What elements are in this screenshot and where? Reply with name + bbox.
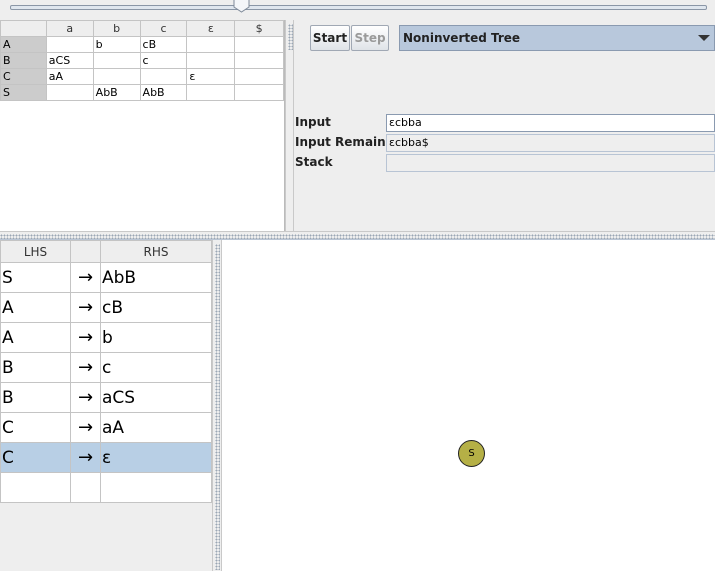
input-label: Input [295, 115, 331, 129]
production-rhs[interactable] [100, 472, 212, 503]
parse-table-header: a b c ε $ [0, 20, 284, 37]
production-lhs[interactable]: B [0, 382, 71, 413]
slider-track[interactable] [10, 5, 707, 10]
divider-grip[interactable] [0, 234, 715, 239]
parse-cell[interactable] [186, 84, 236, 101]
parse-table-row: A b cB [0, 36, 284, 53]
parse-col-header [0, 20, 47, 37]
parse-cell[interactable]: c [139, 52, 188, 69]
divider-grip[interactable] [288, 24, 293, 50]
production-lhs[interactable]: S [0, 262, 71, 293]
parse-cell[interactable]: b [92, 36, 141, 53]
parse-table-panel: a b c ε $ A b cB B aCS c C aA ε S AbB Ab… [0, 20, 285, 231]
production-row[interactable]: A → b [0, 322, 212, 353]
arrow-icon: → [70, 322, 101, 353]
production-lhs[interactable]: C [0, 412, 71, 443]
production-rhs[interactable]: ε [100, 442, 212, 473]
parse-col-header: ε [186, 20, 236, 37]
grammar-panel: LHS RHS S → AbB A → cB A → b B → c B → a… [0, 240, 212, 571]
parse-cell[interactable] [92, 52, 141, 69]
production-rhs[interactable]: cB [100, 292, 212, 323]
parse-cell[interactable] [186, 52, 236, 69]
production-rhs[interactable]: AbB [100, 262, 212, 293]
stack-label: Stack [295, 155, 333, 169]
parse-row-head: B [0, 52, 47, 69]
production-lhs[interactable] [0, 472, 71, 503]
parse-cell[interactable]: aA [45, 68, 94, 85]
parse-col-header: b [92, 20, 141, 37]
parse-cell[interactable]: aCS [45, 52, 94, 69]
production-row-empty[interactable] [0, 472, 212, 503]
input-remaining-field: εcbba$ [386, 134, 715, 152]
parse-cell[interactable] [139, 68, 188, 85]
production-rhs[interactable]: b [100, 322, 212, 353]
production-lhs[interactable]: A [0, 292, 71, 323]
stack-field [386, 154, 715, 172]
view-mode-dropdown[interactable]: Noninverted Tree [399, 25, 715, 51]
arrow-icon: → [70, 442, 101, 473]
chevron-down-icon[interactable] [698, 35, 710, 41]
top-split-divider[interactable] [285, 20, 294, 231]
start-button[interactable]: Start [310, 25, 350, 51]
arrow-icon: → [70, 262, 101, 293]
parse-table-row: C aA ε [0, 68, 284, 85]
production-rhs[interactable]: aCS [100, 382, 212, 413]
parse-cell[interactable] [234, 84, 284, 101]
parse-col-header: c [139, 20, 188, 37]
input-field[interactable]: εcbba [386, 114, 715, 132]
tree-node-root[interactable]: S [458, 440, 485, 467]
production-lhs[interactable]: A [0, 322, 71, 353]
rhs-header[interactable]: RHS [100, 240, 212, 263]
speed-slider[interactable] [0, 0, 715, 18]
parse-row-head: A [0, 36, 47, 53]
grammar-table: LHS RHS S → AbB A → cB A → b B → c B → a… [0, 240, 212, 503]
production-rhs[interactable]: c [100, 352, 212, 383]
lhs-header[interactable]: LHS [0, 240, 71, 263]
divider-grip[interactable] [215, 244, 220, 570]
parse-table-row: B aCS c [0, 52, 284, 69]
production-row[interactable]: B → c [0, 352, 212, 383]
slider-thumb[interactable] [233, 0, 250, 13]
arrow-icon: → [70, 292, 101, 323]
arrow-icon: → [70, 352, 101, 383]
parse-row-head: C [0, 68, 47, 85]
view-mode-value: Noninverted Tree [403, 31, 521, 45]
arrow-icon: → [70, 412, 101, 443]
parse-cell[interactable] [92, 68, 141, 85]
parse-cell[interactable] [234, 36, 284, 53]
parse-cell[interactable] [45, 36, 94, 53]
bottom-split-divider[interactable] [212, 240, 222, 571]
production-row[interactable]: S → AbB [0, 262, 212, 293]
parse-tree-canvas[interactable]: S [222, 240, 715, 571]
parse-cell[interactable]: cB [139, 36, 188, 53]
production-row[interactable]: A → cB [0, 292, 212, 323]
production-row-selected[interactable]: C → ε [0, 442, 212, 473]
control-panel: Start Step Noninverted Tree Input εcbba … [294, 20, 715, 231]
main-split-divider[interactable] [0, 231, 715, 240]
parse-table-row: S AbB AbB [0, 84, 284, 101]
parse-row-head: S [0, 84, 47, 101]
production-row[interactable]: C → aA [0, 412, 212, 443]
arrow-icon: → [70, 382, 101, 413]
parse-table: a b c ε $ A b cB B aCS c C aA ε S AbB Ab… [0, 20, 284, 101]
parse-cell[interactable]: AbB [139, 84, 188, 101]
production-arrow-cell [70, 472, 101, 503]
parse-cell[interactable] [234, 68, 284, 85]
parse-cell[interactable] [45, 84, 94, 101]
production-rhs[interactable]: aA [100, 412, 212, 443]
parse-col-header: a [45, 20, 94, 37]
production-lhs[interactable]: B [0, 352, 71, 383]
arrow-header[interactable] [70, 240, 101, 263]
parse-col-header: $ [234, 20, 284, 37]
parse-cell[interactable] [234, 52, 284, 69]
parse-cell[interactable]: AbB [92, 84, 141, 101]
step-button[interactable]: Step [351, 25, 389, 51]
parse-cell[interactable]: ε [186, 68, 236, 85]
parse-cell[interactable] [186, 36, 236, 53]
grammar-table-header: LHS RHS [0, 240, 212, 263]
production-lhs[interactable]: C [0, 442, 71, 473]
production-row[interactable]: B → aCS [0, 382, 212, 413]
app-window: a b c ε $ A b cB B aCS c C aA ε S AbB Ab… [0, 0, 715, 571]
